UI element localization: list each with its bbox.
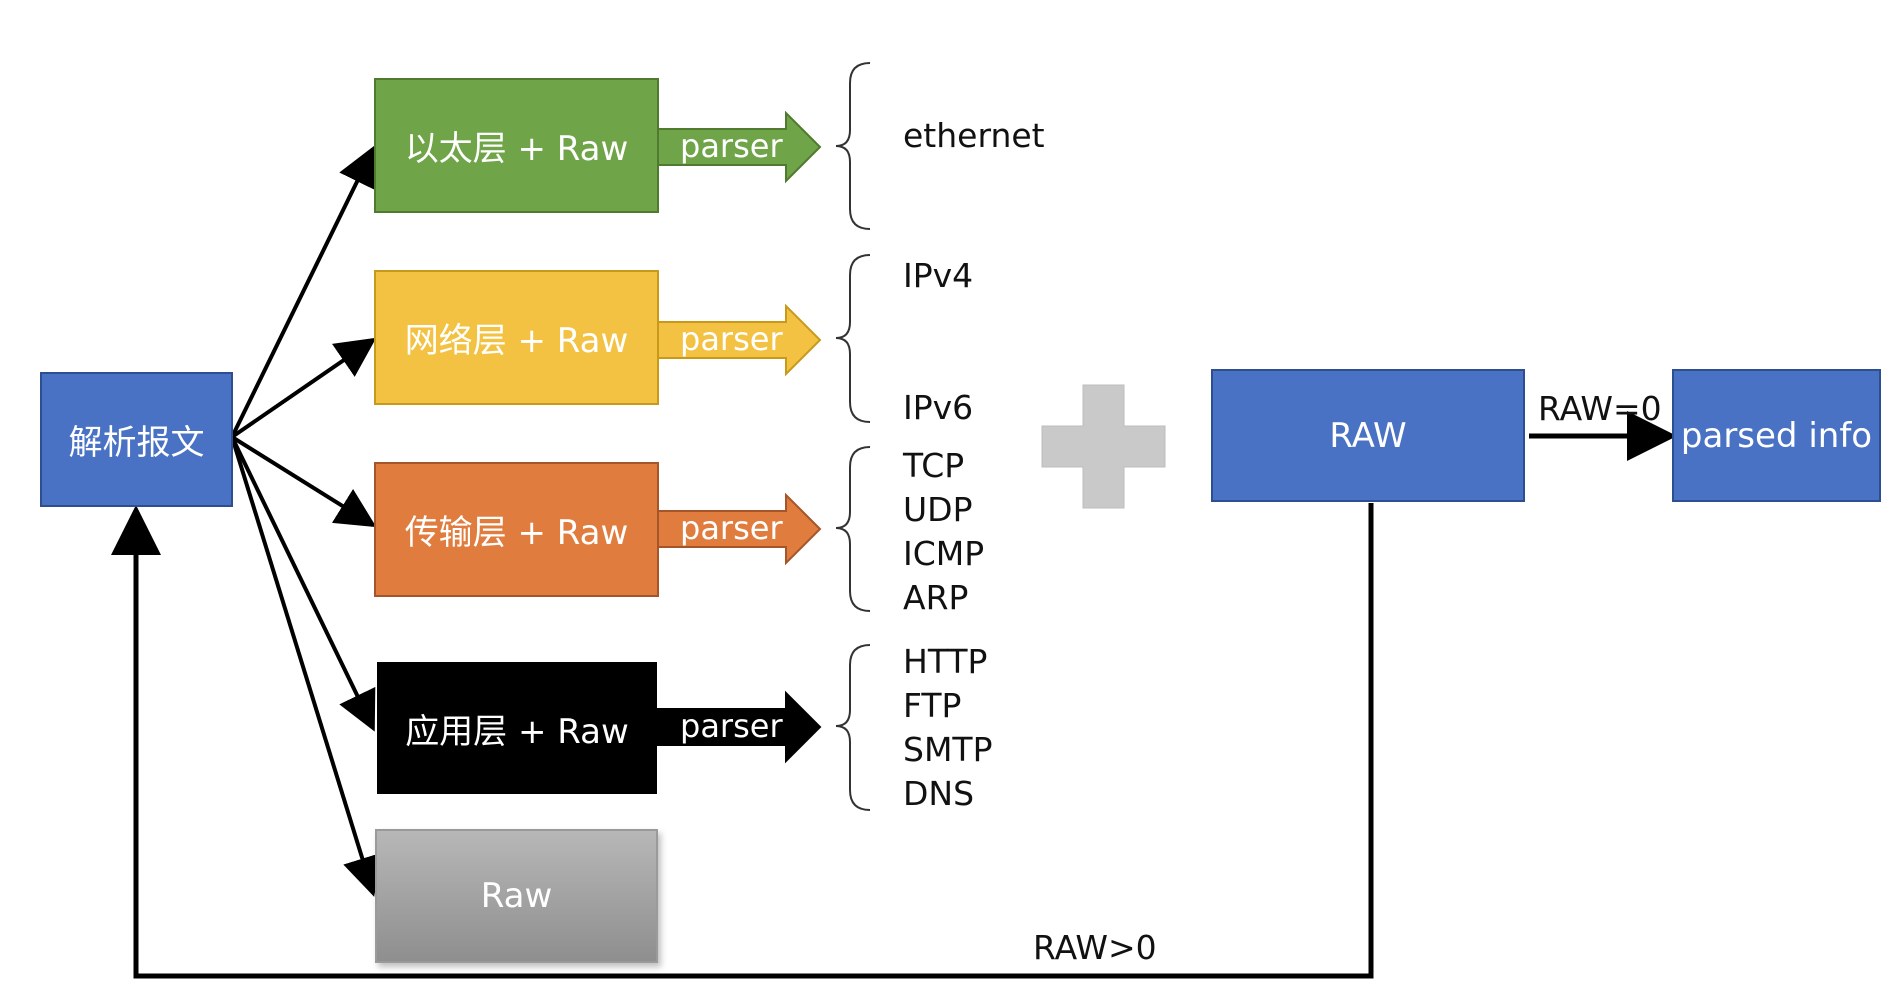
brace-application — [835, 644, 871, 811]
transport-layer-label: 传输层 + Raw — [404, 513, 629, 553]
brace-ethernet — [835, 62, 871, 230]
raw-node-label: RAW — [1329, 415, 1407, 456]
parsed-info-node: parsed info — [1672, 369, 1881, 502]
edge-label-raw-zero: RAW=0 — [1538, 389, 1662, 428]
protocol-ipv4: IPv4 — [903, 256, 974, 295]
protocol-udp: UDP — [903, 490, 973, 529]
diagram-canvas: 解析报文 以太层 + Raw 网络层 + Raw 传输层 + Raw 应用层 +… — [0, 0, 1890, 994]
protocol-dns: DNS — [903, 774, 975, 813]
raw-box: Raw — [375, 829, 658, 963]
network-layer-box: 网络层 + Raw — [374, 270, 659, 405]
edge-to-network — [230, 337, 377, 439]
parse-packet-label: 解析报文 — [68, 423, 205, 463]
edge-label-raw-positive: RAW>0 — [1033, 928, 1157, 967]
application-layer-label: 应用层 + Raw — [405, 711, 629, 752]
brace-network — [835, 254, 871, 423]
edge-to-raw — [230, 436, 382, 897]
plus-icon — [1041, 384, 1166, 509]
protocol-ipv6: IPv6 — [903, 388, 974, 427]
network-layer-label: 网络层 + Raw — [404, 321, 629, 361]
brace-transport — [835, 446, 871, 612]
protocol-ftp: FTP — [903, 686, 962, 725]
transport-layer-box: 传输层 + Raw — [374, 462, 659, 597]
parser-label-transport: parser — [680, 509, 783, 547]
parse-packet-box: 解析报文 — [40, 372, 233, 507]
protocol-http: HTTP — [903, 642, 988, 681]
parser-label-network: parser — [680, 320, 783, 358]
protocol-tcp: TCP — [903, 446, 965, 485]
parser-label-application: parser — [680, 707, 783, 745]
application-layer-box: 应用层 + Raw — [377, 662, 657, 794]
protocol-arp: ARP — [903, 578, 969, 617]
protocol-ethernet: ethernet — [903, 116, 1045, 155]
ethernet-layer-label: 以太层 + Raw — [404, 129, 629, 169]
edge-to-ethernet — [230, 145, 376, 438]
parsed-info-label: parsed info — [1680, 415, 1873, 456]
raw-node: RAW — [1211, 369, 1525, 502]
protocol-smtp: SMTP — [903, 730, 993, 769]
parser-label-ethernet: parser — [680, 127, 783, 165]
ethernet-layer-box: 以太层 + Raw — [374, 78, 659, 213]
raw-box-label: Raw — [480, 876, 553, 916]
protocol-icmp: ICMP — [903, 534, 985, 573]
